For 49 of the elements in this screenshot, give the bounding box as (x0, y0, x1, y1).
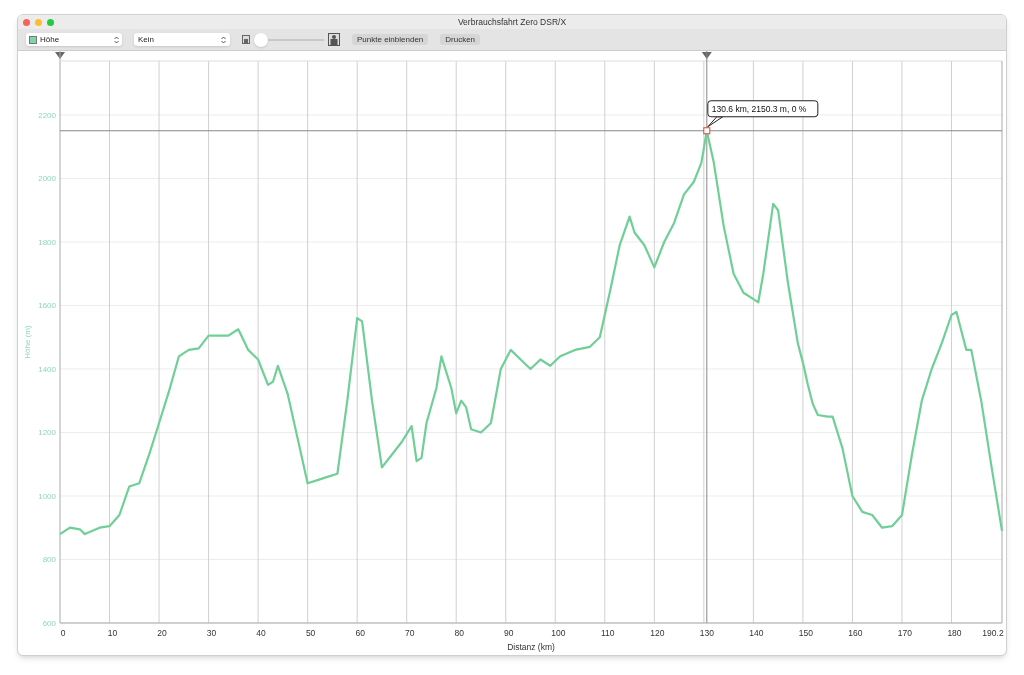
annotation: 130.6 km, 2150.3 m, 0 % (711, 103, 807, 114)
cursor-point-icon (703, 127, 711, 135)
x-tick-label: 70 (404, 628, 415, 638)
y-tick-label: 1600 (38, 301, 56, 311)
x-tick-label: 100 (551, 628, 566, 638)
x-tick-label: 170 (897, 628, 913, 638)
x-axis-title: Distanz (km) (507, 642, 555, 652)
x-tick-label: 180 (947, 628, 962, 638)
up-down-chevron-icon (114, 35, 119, 44)
window-title: Verbrauchsfahrt Zero DSR/X (457, 15, 567, 29)
zoom-button[interactable] (47, 18, 54, 26)
y-tick-label: 800 (42, 555, 56, 565)
slider-thumb[interactable] (254, 32, 268, 47)
x-tick-label: 150 (798, 628, 813, 638)
x-tick-label: 120 (650, 628, 665, 638)
y-tick-label: 1400 (38, 365, 56, 374)
close-button[interactable] (23, 18, 30, 26)
x-tick-label: 20 (157, 628, 167, 638)
y-tick-label: 1800 (38, 238, 56, 247)
minimize-button[interactable] (35, 18, 42, 26)
x-tick-label: 190.2 (982, 628, 1004, 638)
x-tick-label: 110 (601, 628, 615, 638)
x-tick-label: 40 (256, 628, 266, 638)
x-tick-label: 90 (504, 628, 514, 638)
y-tick-label: 1200 (38, 428, 56, 438)
x-tick-label: 130 (699, 628, 714, 638)
range-end-marker-icon[interactable] (701, 52, 712, 59)
x-tick-label: 0 (60, 628, 66, 638)
toolbar-button[interactable]: Punkte einblenden (352, 34, 429, 45)
y-tick-label: 2000 (38, 174, 56, 184)
x-tick-label: 30 (206, 628, 217, 638)
toolbar-button[interactable]: Drucken (440, 34, 481, 45)
small-picture-icon (242, 35, 250, 44)
y-tick-label: 600 (42, 619, 56, 628)
y-tick-label: 1000 (38, 492, 56, 501)
tooltip: 130.6 km, 2150.3 m, 0 % (707, 100, 819, 128)
x-tick-label: 160 (848, 628, 863, 638)
zoom-slider[interactable] (254, 32, 324, 47)
x-tick-label: 60 (355, 628, 365, 638)
y-axis-title: Höhe (m) (23, 325, 32, 359)
x-tick-label: 50 (305, 628, 316, 638)
x-tick-label: 80 (454, 628, 464, 638)
x-tick-label: 140 (749, 628, 764, 638)
x-tick-label: 10 (107, 628, 118, 638)
compare-select[interactable]: Kein (134, 33, 230, 46)
series-select[interactable]: Höhe (26, 33, 122, 46)
up-down-chevron-icon (221, 35, 226, 44)
y-tick-label: 2200 (38, 111, 56, 120)
large-picture-icon (328, 33, 340, 46)
